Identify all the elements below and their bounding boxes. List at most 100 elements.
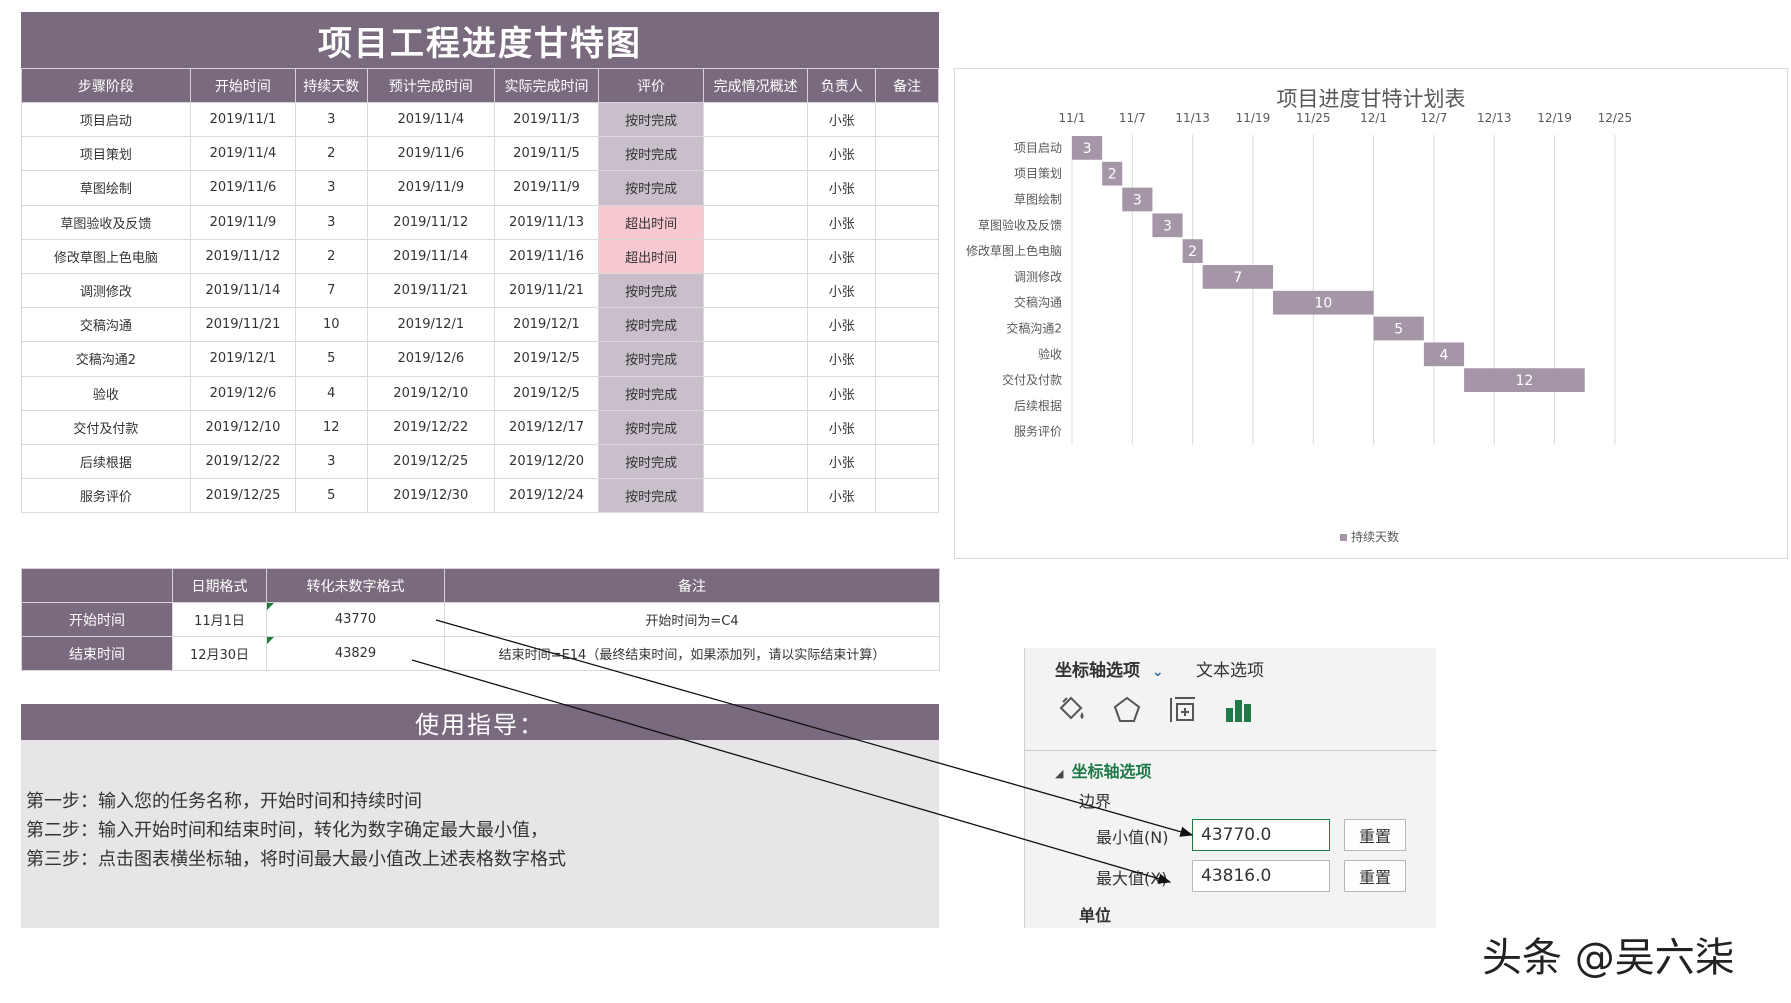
cell-stage[interactable]: 调测修改: [21, 272, 191, 309]
cell-days[interactable]: 7: [294, 272, 368, 309]
cell-start[interactable]: 2019/11/14: [189, 272, 296, 309]
cell-note[interactable]: [875, 341, 939, 377]
cell-plan-end[interactable]: 2019/12/1: [366, 307, 496, 343]
cell-stage[interactable]: 草图验收及反馈: [21, 204, 191, 240]
cell-summary[interactable]: [703, 375, 809, 411]
cell-owner[interactable]: 小张: [807, 101, 877, 138]
cell-note[interactable]: [875, 307, 939, 343]
cell-stage[interactable]: 项目启动: [21, 101, 191, 138]
bar-chart-icon[interactable]: [1223, 694, 1255, 730]
cell-stage[interactable]: 服务评价: [21, 478, 191, 514]
pentagon-icon[interactable]: [1111, 694, 1143, 730]
cell-note[interactable]: [875, 409, 939, 445]
cell-days[interactable]: 2: [294, 136, 368, 172]
cell-actual-end[interactable]: 2019/12/20: [494, 443, 600, 480]
cell-actual-end[interactable]: 2019/11/13: [494, 204, 600, 240]
cell-days[interactable]: 5: [294, 341, 368, 377]
cell-note[interactable]: [875, 238, 939, 274]
cell-actual-end[interactable]: 2019/11/16: [494, 238, 600, 274]
cell-date[interactable]: 11月1日: [172, 602, 267, 637]
tab-axis-options[interactable]: 坐标轴选项 ⌄: [1055, 656, 1164, 681]
cell-owner[interactable]: 小张: [807, 341, 877, 377]
cell-actual-end[interactable]: 2019/11/21: [494, 272, 600, 309]
cell-stage[interactable]: 后续根据: [21, 443, 191, 480]
cell-summary[interactable]: [703, 101, 809, 138]
cell-summary[interactable]: [703, 409, 809, 445]
cell-start[interactable]: 2019/11/21: [189, 307, 296, 343]
cell-days[interactable]: 10: [294, 307, 368, 343]
cell-start[interactable]: 2019/12/10: [189, 409, 296, 445]
cell-plan-end[interactable]: 2019/11/4: [366, 101, 496, 138]
cell-label[interactable]: 结束时间: [21, 636, 173, 671]
cell-stage[interactable]: 草图绘制: [21, 170, 191, 206]
cell-note[interactable]: 结束时间=E14（最终结束时间，如果添加列，请以实际结束计算）: [444, 636, 940, 671]
cell-stage[interactable]: 修改草图上色电脑: [21, 238, 191, 274]
cell-number[interactable]: 43770: [266, 602, 445, 637]
cell-plan-end[interactable]: 2019/12/25: [366, 443, 496, 480]
cell-days[interactable]: 2: [294, 238, 368, 274]
cell-plan-end[interactable]: 2019/11/9: [366, 170, 496, 206]
cell-eval[interactable]: 按时完成: [598, 375, 705, 411]
cell-owner[interactable]: 小张: [807, 238, 877, 274]
cell-owner[interactable]: 小张: [807, 170, 877, 206]
cell-summary[interactable]: [703, 204, 809, 240]
cell-summary[interactable]: [703, 307, 809, 343]
cell-eval[interactable]: 按时完成: [598, 272, 705, 309]
cell-plan-end[interactable]: 2019/12/30: [366, 478, 496, 514]
cell-owner[interactable]: 小张: [807, 443, 877, 480]
cell-eval[interactable]: 按时完成: [598, 409, 705, 445]
cell-days[interactable]: 5: [294, 478, 368, 514]
cell-summary[interactable]: [703, 341, 809, 377]
cell-plan-end[interactable]: 2019/11/21: [366, 272, 496, 309]
cell-eval[interactable]: 超出时间: [598, 238, 705, 274]
cell-actual-end[interactable]: 2019/12/24: [494, 478, 600, 514]
cell-note[interactable]: 开始时间为=C4: [444, 602, 940, 637]
cell-stage[interactable]: 交稿沟通2: [21, 341, 191, 377]
cell-owner[interactable]: 小张: [807, 136, 877, 172]
cell-summary[interactable]: [703, 170, 809, 206]
cell-start[interactable]: 2019/11/4: [189, 136, 296, 172]
cell-owner[interactable]: 小张: [807, 478, 877, 514]
cell-plan-end[interactable]: 2019/11/14: [366, 238, 496, 274]
cell-date[interactable]: 12月30日: [172, 636, 267, 671]
cell-eval[interactable]: 按时完成: [598, 170, 705, 206]
cell-owner[interactable]: 小张: [807, 204, 877, 240]
size-properties-icon[interactable]: [1167, 694, 1199, 730]
cell-eval[interactable]: 超出时间: [598, 204, 705, 240]
cell-stage[interactable]: 交付及付款: [21, 409, 191, 445]
cell-owner[interactable]: 小张: [807, 272, 877, 309]
cell-owner[interactable]: 小张: [807, 409, 877, 445]
cell-summary[interactable]: [703, 272, 809, 309]
cell-start[interactable]: 2019/11/9: [189, 204, 296, 240]
cell-actual-end[interactable]: 2019/11/5: [494, 136, 600, 172]
cell-number[interactable]: 43829: [266, 636, 445, 671]
cell-days[interactable]: 12: [294, 409, 368, 445]
cell-summary[interactable]: [703, 478, 809, 514]
cell-plan-end[interactable]: 2019/11/6: [366, 136, 496, 172]
cell-start[interactable]: 2019/11/1: [189, 101, 296, 138]
cell-start[interactable]: 2019/11/6: [189, 170, 296, 206]
cell-note[interactable]: [875, 204, 939, 240]
cell-plan-end[interactable]: 2019/12/10: [366, 375, 496, 411]
fill-bucket-icon[interactable]: [1055, 694, 1087, 730]
cell-summary[interactable]: [703, 238, 809, 274]
cell-start[interactable]: 2019/12/25: [189, 478, 296, 514]
cell-stage[interactable]: 验收: [21, 375, 191, 411]
cell-start[interactable]: 2019/12/1: [189, 341, 296, 377]
gantt-chart[interactable]: 项目进度甘特计划表 11/1 11/7 11/13 11/19 11/25 12/1 12/…: [954, 68, 1788, 559]
cell-days[interactable]: 4: [294, 375, 368, 411]
cell-days[interactable]: 3: [294, 101, 368, 138]
cell-start[interactable]: 2019/12/22: [189, 443, 296, 480]
cell-eval[interactable]: 按时完成: [598, 136, 705, 172]
cell-note[interactable]: [875, 375, 939, 411]
cell-stage[interactable]: 交稿沟通: [21, 307, 191, 343]
cell-actual-end[interactable]: 2019/12/1: [494, 307, 600, 343]
cell-summary[interactable]: [703, 443, 809, 480]
cell-note[interactable]: [875, 272, 939, 309]
cell-actual-end[interactable]: 2019/12/17: [494, 409, 600, 445]
cell-actual-end[interactable]: 2019/11/3: [494, 101, 600, 138]
gantt-chart-plot[interactable]: 11/1 11/7 11/13 11/19 11/25 12/1 12/7 12/13 12/1…: [955, 69, 1789, 560]
cell-actual-end[interactable]: 2019/12/5: [494, 375, 600, 411]
cell-note[interactable]: [875, 170, 939, 206]
cell-eval[interactable]: 按时完成: [598, 478, 705, 514]
